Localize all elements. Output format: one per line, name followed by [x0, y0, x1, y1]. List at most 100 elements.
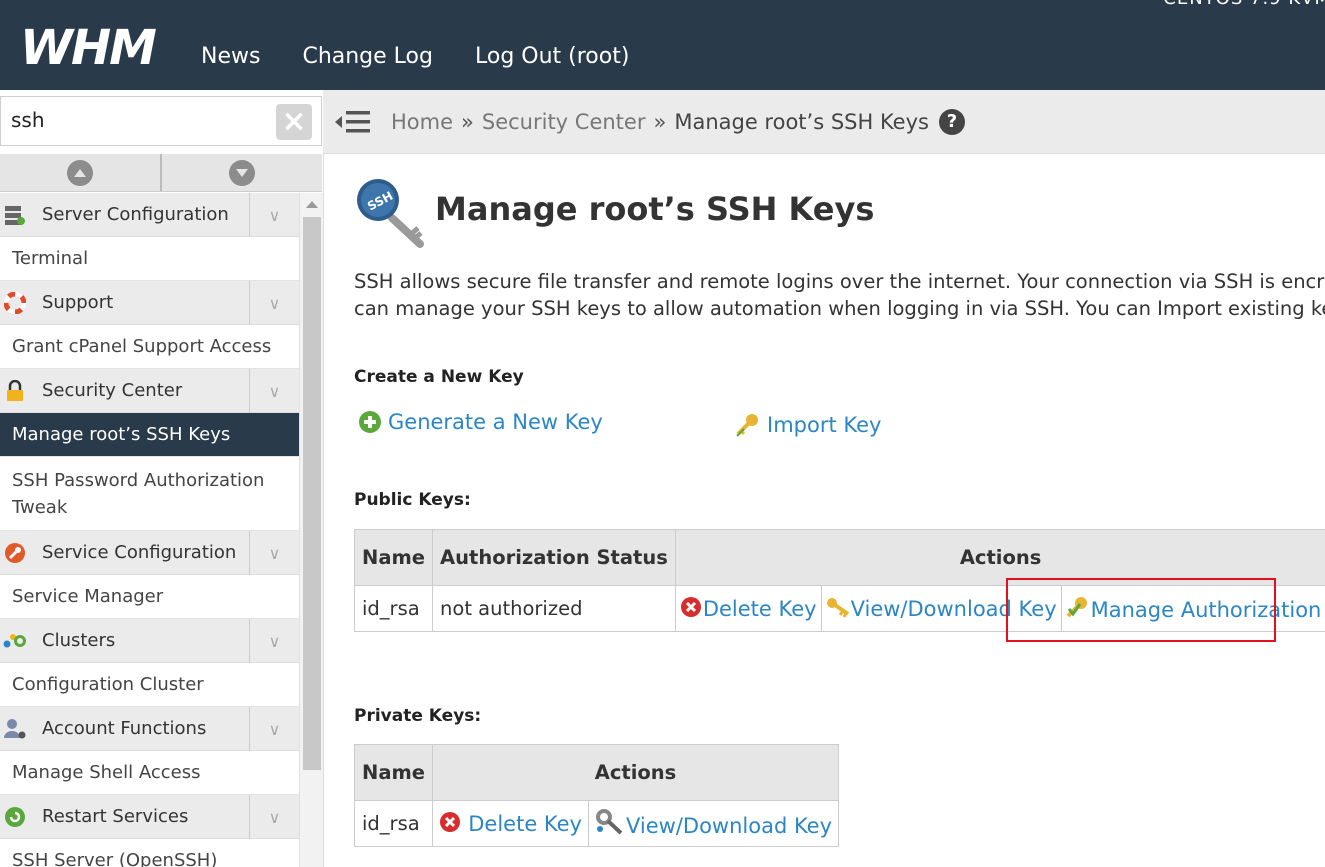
restart-icon	[3, 805, 27, 829]
scroll-up-button[interactable]	[0, 154, 162, 191]
padlock-icon	[3, 379, 27, 403]
sidebar-category-account-functions[interactable]: Account Functions ∨	[0, 707, 299, 751]
sidebar-category-label: Support	[42, 292, 114, 313]
chevron-down-icon[interactable]: ∨	[249, 281, 299, 325]
sidebar-category-label: Clusters	[42, 630, 116, 651]
sidebar-scroll-controls	[0, 154, 322, 192]
whm-logo[interactable]: WHM	[20, 22, 172, 70]
sidebar-category-security-center[interactable]: Security Center ∨	[0, 369, 299, 413]
sidebar-category-server-configuration[interactable]: Server Configuration ∨	[0, 193, 299, 237]
chevron-down-icon[interactable]: ∨	[249, 619, 299, 663]
sidebar-category-label: Account Functions	[42, 718, 207, 739]
sidebar-category-service-configuration[interactable]: Service Configuration ∨	[0, 531, 299, 575]
search-input[interactable]	[1, 97, 261, 143]
column-header-actions: Actions	[432, 744, 840, 801]
sidebar-item-grant-support-access[interactable]: Grant cPanel Support Access	[0, 325, 299, 369]
page-title: Manage root’s SSH Keys	[435, 190, 875, 228]
generate-key-link[interactable]: Generate a New Key	[388, 410, 603, 434]
private-keys-table: Name Actions id_rsa Delete Key View/Down…	[353, 744, 840, 847]
sidebar-item-ssh-server[interactable]: SSH Server (OpenSSH)	[0, 839, 299, 867]
generate-key-link-wrap: Generate a New Key	[358, 410, 603, 434]
sidebar-category-label: Service Configuration	[42, 542, 237, 563]
sidebar-scrollbar[interactable]	[299, 193, 323, 867]
top-bar: WHM News Change Log Log Out (root) CENTO…	[0, 0, 1325, 90]
help-icon[interactable]: ?	[938, 108, 965, 135]
sidebar-category-label: Security Center	[42, 380, 183, 401]
view-download-key-link[interactable]: View/Download Key	[626, 814, 832, 838]
sidebar-item-manage-shell-access[interactable]: Manage Shell Access	[0, 751, 299, 795]
description-line: can manage your SSH keys to allow automa…	[354, 297, 1325, 320]
breadcrumb-home[interactable]: Home	[391, 110, 453, 134]
clear-search-button[interactable]: ×	[276, 104, 312, 140]
column-header-name: Name	[353, 744, 434, 801]
chevron-down-icon[interactable]: ∨	[249, 193, 299, 237]
lifebuoy-icon	[3, 291, 27, 315]
table-header-row: Name Actions	[353, 744, 840, 801]
chevron-down-icon[interactable]: ∨	[249, 795, 299, 839]
server-config-icon	[3, 203, 27, 227]
highlight-box	[1006, 578, 1276, 642]
delete-key-link[interactable]: Delete Key	[468, 812, 582, 836]
create-key-heading: Create a New Key	[354, 367, 524, 387]
sidebar-divider	[323, 154, 324, 867]
svg-text:WHM: WHM	[20, 22, 156, 70]
import-key-link[interactable]: Import Key	[767, 413, 881, 437]
delete-key-cell: Delete Key	[674, 585, 822, 632]
private-keys-heading: Private Keys:	[354, 706, 482, 726]
description-line: SSH allows secure file transfer and remo…	[354, 270, 1325, 293]
chevron-down-icon[interactable]: ∨	[249, 531, 299, 575]
server-os-label: CENTOS 7.9 KVM	[1163, 0, 1325, 9]
breadcrumb-bar: Home » Security Center » Manage root’s S…	[323, 90, 1325, 154]
key-name-cell: id_rsa	[353, 800, 434, 847]
search-box: ×	[0, 96, 322, 146]
wrench-icon	[3, 541, 27, 565]
key-import-icon	[736, 414, 758, 437]
sidebar-category-support[interactable]: Support ∨	[0, 281, 299, 325]
sidebar-item-terminal[interactable]: Terminal	[0, 237, 299, 281]
sidebar-item-configuration-cluster[interactable]: Configuration Cluster	[0, 663, 299, 707]
top-nav: News Change Log Log Out (root)	[201, 44, 629, 69]
arrow-up-icon	[67, 159, 93, 186]
table-row: id_rsa Delete Key View/Download Key	[353, 800, 840, 847]
breadcrumb-security-center[interactable]: Security Center	[482, 110, 646, 134]
nav-logout-link[interactable]: Log Out (root)	[475, 44, 629, 69]
public-keys-heading: Public Keys:	[354, 490, 471, 510]
key-status-cell: not authorized	[432, 585, 676, 632]
scroll-down-button[interactable]	[162, 154, 322, 191]
delete-key-link[interactable]: Delete Key	[703, 597, 817, 621]
ssh-key-icon: SSH	[357, 179, 424, 248]
sidebar-category-clusters[interactable]: Clusters ∨	[0, 619, 299, 663]
arrow-down-icon	[229, 159, 255, 186]
column-header-name: Name	[353, 529, 434, 586]
chevron-down-icon[interactable]: ∨	[249, 707, 299, 751]
account-icon	[3, 717, 27, 741]
sidebar: Server Configuration ∨ Terminal Support …	[0, 193, 299, 867]
sidebar-category-restart-services[interactable]: Restart Services ∨	[0, 795, 299, 839]
plus-circle-icon	[359, 411, 381, 433]
clusters-icon	[3, 629, 27, 653]
key-view-icon	[595, 809, 623, 835]
breadcrumb-separator: »	[461, 109, 474, 134]
sidebar-item-service-manager[interactable]: Service Manager	[0, 575, 299, 619]
view-key-cell: View/Download Key	[587, 800, 840, 847]
delete-key-cell: Delete Key	[432, 800, 589, 847]
sidebar-category-label: Server Configuration	[42, 204, 229, 225]
sidebar-category-label: Restart Services	[42, 806, 189, 827]
chevron-down-icon[interactable]: ∨	[249, 369, 299, 413]
breadcrumb-separator: »	[653, 109, 667, 134]
scrollbar-thumb[interactable]	[303, 217, 321, 770]
sidebar-item-ssh-password-tweak[interactable]: SSH Password Authorization Tweak	[0, 457, 299, 531]
page-description: SSH allows secure file transfer and remo…	[354, 268, 1325, 322]
scroll-arrow-up-icon[interactable]	[306, 201, 318, 208]
breadcrumb-current: Manage root’s SSH Keys	[674, 109, 929, 134]
sidebar-item-manage-ssh-keys[interactable]: Manage root’s SSH Keys	[0, 413, 299, 457]
close-icon: ×	[281, 104, 307, 139]
menu-toggle-icon[interactable]	[335, 107, 370, 137]
delete-icon	[440, 812, 461, 832]
nav-changelog-link[interactable]: Change Log	[302, 44, 433, 69]
import-key-link-wrap: Import Key	[735, 412, 881, 438]
column-header-status: Authorization Status	[432, 529, 676, 586]
breadcrumb: Home » Security Center » Manage root’s S…	[391, 108, 965, 135]
delete-icon	[680, 597, 701, 617]
nav-news-link[interactable]: News	[201, 44, 260, 69]
